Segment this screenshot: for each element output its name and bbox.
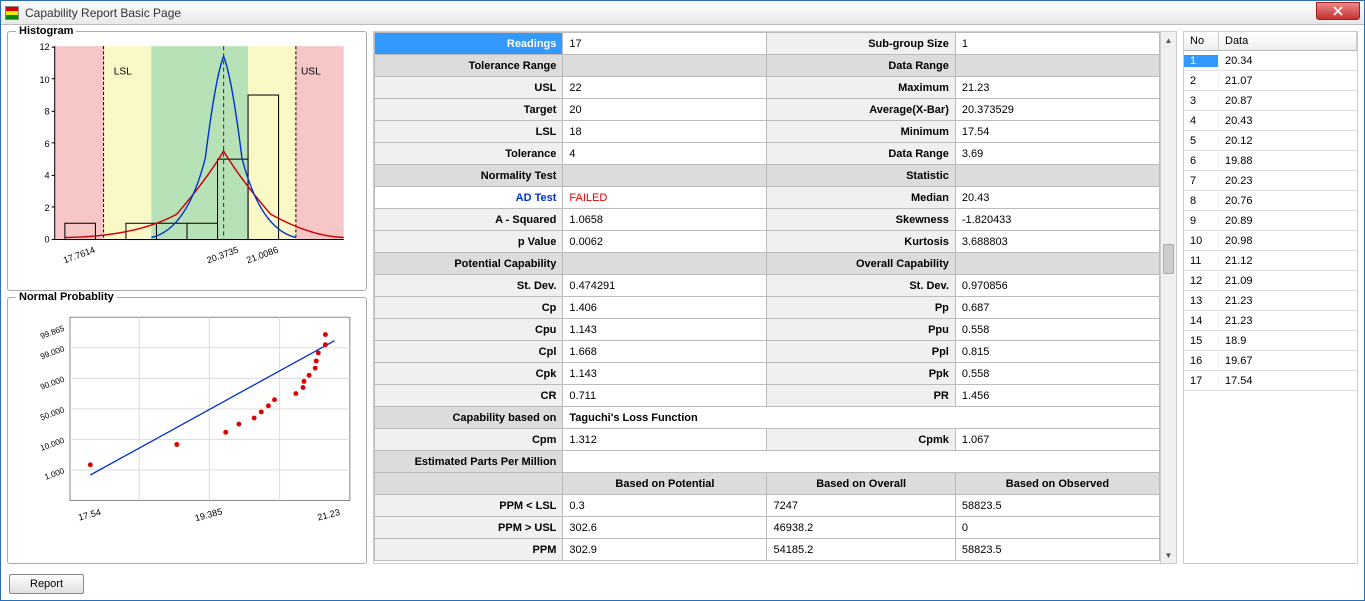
stats-row: LSL18Minimum17.54 (375, 121, 1160, 143)
svg-text:99.000: 99.000 (39, 344, 66, 361)
stats-scroll[interactable]: Readings17Sub-group Size1Tolerance Range… (374, 32, 1160, 563)
table-row[interactable]: 221.07 (1184, 71, 1357, 91)
stats-row: Target20Average(X-Bar)20.373529 (375, 99, 1160, 121)
stats-row: AD TestFAILEDMedian20.43 (375, 187, 1160, 209)
svg-text:0: 0 (45, 235, 50, 245)
svg-text:4: 4 (45, 170, 50, 180)
table-row[interactable]: 619.88 (1184, 151, 1357, 171)
stats-row: Cpk1.143Ppk0.558 (375, 363, 1160, 385)
svg-text:19.385: 19.385 (194, 506, 224, 523)
stats-row: PPM > USL302.646938.20 (375, 517, 1160, 539)
stats-panel: Readings17Sub-group Size1Tolerance Range… (373, 31, 1177, 564)
scroll-up-icon[interactable]: ▲ (1161, 32, 1176, 48)
window-title: Capability Report Basic Page (25, 6, 181, 20)
table-row[interactable]: 1421.23 (1184, 311, 1357, 331)
svg-text:2: 2 (45, 203, 50, 213)
table-row[interactable]: 1518.9 (1184, 331, 1357, 351)
scroll-down-icon[interactable]: ▼ (1161, 547, 1176, 563)
normprob-chart: 99.865 99.000 90.000 50.000 10.000 1.000… (14, 302, 360, 536)
stats-row: CR0.711PR1.456 (375, 385, 1160, 407)
table-row[interactable]: 1121.12 (1184, 251, 1357, 271)
normprob-title: Normal Probablity (16, 291, 117, 303)
stats-row: PPM < LSL0.3724758823.5 (375, 495, 1160, 517)
svg-text:1.000: 1.000 (43, 466, 66, 482)
data-rows[interactable]: 120.34221.07320.87420.43520.12619.88720.… (1184, 51, 1357, 563)
stats-row: Potential CapabilityOverall Capability (375, 253, 1160, 275)
data-header: No Data (1184, 32, 1357, 51)
app-window: Capability Report Basic Page Histogram (0, 0, 1365, 601)
charts-column: Histogram 0 2 4 6 (7, 31, 367, 564)
stats-row: Estimated Parts Per Million (375, 451, 1160, 473)
content-area: Histogram 0 2 4 6 (1, 25, 1364, 570)
stats-row: USL22Maximum21.23 (375, 77, 1160, 99)
data-panel: No Data 120.34221.07320.87420.43520.1261… (1183, 31, 1358, 564)
stats-row: Tolerance4Data Range3.69 (375, 143, 1160, 165)
scroll-thumb[interactable] (1163, 244, 1174, 274)
svg-text:6: 6 (45, 139, 50, 149)
close-icon (1333, 6, 1343, 16)
table-row[interactable]: 1221.09 (1184, 271, 1357, 291)
stats-row: Cp1.406Pp0.687 (375, 297, 1160, 319)
table-row[interactable]: 320.87 (1184, 91, 1357, 111)
stats-row: St. Dev.0.474291St. Dev.0.970856 (375, 275, 1160, 297)
stats-row: Based on PotentialBased on OverallBased … (375, 473, 1160, 495)
stats-row: Cpl1.668Ppl0.815 (375, 341, 1160, 363)
svg-text:LSL: LSL (114, 67, 132, 78)
svg-text:21.0086: 21.0086 (245, 245, 279, 266)
table-row[interactable]: 1619.67 (1184, 351, 1357, 371)
svg-text:17.7614: 17.7614 (62, 245, 96, 266)
titlebar: Capability Report Basic Page (1, 1, 1364, 25)
stats-row: A - Squared1.0658Skewness-1.820433 (375, 209, 1160, 231)
stats-row: Normality TestStatistic (375, 165, 1160, 187)
histogram-title: Histogram (16, 25, 76, 37)
svg-text:20.3735: 20.3735 (205, 245, 239, 266)
svg-text:USL: USL (301, 67, 321, 78)
table-row[interactable]: 1321.23 (1184, 291, 1357, 311)
col-no-header[interactable]: No (1184, 32, 1219, 50)
svg-text:8: 8 (45, 106, 50, 116)
stats-row: Cpu1.143Ppu0.558 (375, 319, 1160, 341)
footer: Report (1, 570, 1364, 600)
stats-row: PPM302.954185.258823.5 (375, 539, 1160, 561)
svg-text:50.000: 50.000 (39, 405, 66, 422)
stats-row: Tolerance RangeData Range (375, 55, 1160, 77)
table-row[interactable]: 1020.98 (1184, 231, 1357, 251)
table-row[interactable]: 420.43 (1184, 111, 1357, 131)
svg-text:99.865: 99.865 (39, 324, 66, 341)
table-row[interactable]: 820.76 (1184, 191, 1357, 211)
col-data-header[interactable]: Data (1219, 32, 1357, 50)
normprob-panel: Normal Probablity 99.865 99.000 (7, 297, 367, 564)
stats-table: Readings17Sub-group Size1Tolerance Range… (374, 32, 1160, 561)
table-row[interactable]: 720.23 (1184, 171, 1357, 191)
stats-scrollbar[interactable]: ▲ ▼ (1160, 32, 1176, 563)
svg-text:10.000: 10.000 (39, 436, 66, 453)
stats-row: Cpm1.312Cpmk1.067 (375, 429, 1160, 451)
app-icon (5, 6, 19, 20)
report-button[interactable]: Report (9, 574, 84, 594)
table-row[interactable]: 120.34 (1184, 51, 1357, 71)
svg-text:10: 10 (39, 75, 49, 85)
svg-text:17.54: 17.54 (77, 507, 102, 523)
stats-row: Capability based onTaguchi's Loss Functi… (375, 407, 1160, 429)
svg-text:12: 12 (39, 42, 49, 52)
table-row[interactable]: 1717.54 (1184, 371, 1357, 391)
histogram-chart: 0 2 4 6 8 10 12 (14, 36, 360, 280)
table-row[interactable]: 920.89 (1184, 211, 1357, 231)
histogram-panel: Histogram 0 2 4 6 (7, 31, 367, 291)
stats-row: p Value0.0062Kurtosis3.688803 (375, 231, 1160, 253)
stats-row: Readings17Sub-group Size1 (375, 33, 1160, 55)
table-row[interactable]: 520.12 (1184, 131, 1357, 151)
close-button[interactable] (1316, 2, 1360, 20)
svg-text:21.23: 21.23 (316, 507, 341, 523)
svg-text:90.000: 90.000 (39, 375, 66, 392)
